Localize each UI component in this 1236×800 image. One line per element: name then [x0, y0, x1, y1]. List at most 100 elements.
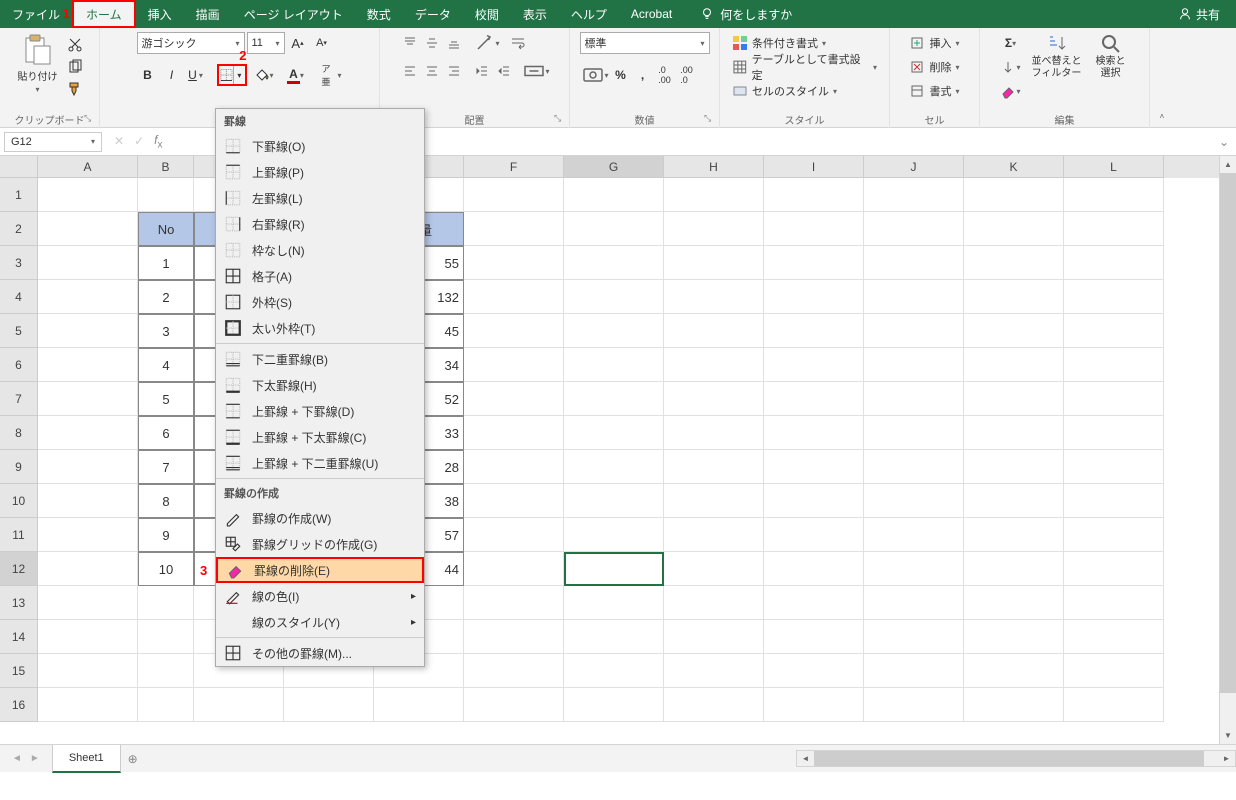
- row-header[interactable]: 3: [0, 246, 38, 280]
- tab-insert[interactable]: 挿入: [136, 0, 184, 28]
- dec-decimal-button[interactable]: .00.0: [676, 64, 698, 86]
- insert-fn-button[interactable]: fx: [154, 133, 162, 150]
- row-header[interactable]: 12: [0, 552, 38, 586]
- clipboard-launcher[interactable]: ⤡: [84, 113, 96, 125]
- border-outline-item[interactable]: 外枠(S): [216, 289, 424, 315]
- border-top-item[interactable]: 上罫線(P): [216, 159, 424, 185]
- erase-border-item[interactable]: 3罫線の削除(E): [216, 557, 424, 583]
- select-all-button[interactable]: [0, 156, 38, 178]
- tab-data[interactable]: データ: [403, 0, 463, 28]
- row-header[interactable]: 1: [0, 178, 38, 212]
- copy-button[interactable]: [66, 58, 84, 76]
- orientation-button[interactable]: ▾: [471, 32, 501, 54]
- delete-cells-button[interactable]: 削除▾: [905, 56, 963, 78]
- border-top-bottom-item[interactable]: 上罫線 + 下罫線(D): [216, 398, 424, 424]
- phonetic-button[interactable]: ア亜▾: [321, 64, 343, 86]
- clear-button[interactable]: ▾: [999, 80, 1021, 102]
- tell-me[interactable]: 何をしますか: [684, 0, 804, 28]
- fill-button[interactable]: ▾: [999, 56, 1021, 78]
- row-header[interactable]: 16: [0, 688, 38, 722]
- fill-color-button[interactable]: ▾: [249, 64, 279, 86]
- align-left-button[interactable]: [399, 60, 421, 82]
- align-top-button[interactable]: [399, 32, 421, 54]
- row-header[interactable]: 9: [0, 450, 38, 484]
- tab-draw[interactable]: 描画: [184, 0, 232, 28]
- line-style-item[interactable]: 線のスタイル(Y)▸: [216, 609, 424, 635]
- row-header[interactable]: 15: [0, 654, 38, 688]
- indent-inc-button[interactable]: [493, 60, 515, 82]
- shrink-font-button[interactable]: A▾: [311, 32, 333, 54]
- border-all-item[interactable]: 格子(A): [216, 263, 424, 289]
- expand-formula-button[interactable]: ⌄: [1212, 135, 1236, 149]
- row-header[interactable]: 8: [0, 416, 38, 450]
- share-button[interactable]: 共有: [1178, 6, 1220, 23]
- scroll-right-button[interactable]: ►: [1218, 751, 1235, 766]
- align-center-button[interactable]: [421, 60, 443, 82]
- paste-button[interactable]: 貼り付け ▾: [16, 32, 60, 96]
- col-header-H[interactable]: H: [664, 156, 764, 178]
- col-header-F[interactable]: F: [464, 156, 564, 178]
- scroll-left-button[interactable]: ◄: [797, 751, 814, 766]
- tab-formulas[interactable]: 数式: [355, 0, 403, 28]
- accept-formula-button[interactable]: ✓: [134, 134, 144, 148]
- grow-font-button[interactable]: A▴: [287, 32, 309, 54]
- add-sheet-button[interactable]: ⊕: [121, 752, 145, 766]
- merge-button[interactable]: ▾: [521, 60, 551, 82]
- draw-border-grid-item[interactable]: 罫線グリッドの作成(G): [216, 531, 424, 557]
- row-header[interactable]: 10: [0, 484, 38, 518]
- border-bottom-thick-item[interactable]: 下太罫線(H): [216, 372, 424, 398]
- italic-button[interactable]: I: [161, 64, 183, 86]
- font-size-select[interactable]: 11▾: [247, 32, 285, 54]
- row-header[interactable]: 13: [0, 586, 38, 620]
- insert-cells-button[interactable]: 挿入▾: [905, 32, 963, 54]
- number-format-select[interactable]: 標準▾: [580, 32, 710, 54]
- scroll-thumb-h[interactable]: [814, 751, 1204, 766]
- sheet-nav-prev[interactable]: ◄: [12, 753, 22, 764]
- border-bottom-double-item[interactable]: 下二重罫線(B): [216, 346, 424, 372]
- autosum-button[interactable]: Σ▾: [999, 32, 1021, 54]
- sheet-tab-1[interactable]: Sheet1: [52, 745, 121, 773]
- border-top-double-bottom-item[interactable]: 上罫線 + 下二重罫線(U): [216, 450, 424, 476]
- currency-button[interactable]: ▾: [580, 64, 610, 86]
- bold-button[interactable]: B: [137, 64, 159, 86]
- more-borders-item[interactable]: その他の罫線(M)...: [216, 640, 424, 666]
- row-header[interactable]: 4: [0, 280, 38, 314]
- tab-help[interactable]: ヘルプ: [559, 0, 619, 28]
- format-painter-button[interactable]: [66, 80, 84, 98]
- sheet-nav-next[interactable]: ►: [30, 753, 40, 764]
- border-top-thick-bottom-item[interactable]: 上罫線 + 下太罫線(C): [216, 424, 424, 450]
- tab-pagelayout[interactable]: ページ レイアウト: [232, 0, 355, 28]
- inc-decimal-button[interactable]: .0.00: [654, 64, 676, 86]
- line-color-item[interactable]: 線の色(I)▸: [216, 583, 424, 609]
- horizontal-scrollbar[interactable]: ◄ ►: [796, 750, 1236, 767]
- col-header-I[interactable]: I: [764, 156, 864, 178]
- scroll-down-button[interactable]: ▼: [1220, 727, 1236, 744]
- sort-filter-button[interactable]: 並べ替えとフィルター: [1028, 32, 1086, 80]
- cut-button[interactable]: [66, 36, 84, 54]
- table-format-button[interactable]: テーブルとして書式設定▾: [728, 56, 881, 78]
- tab-home[interactable]: ホーム: [72, 0, 136, 28]
- col-header-K[interactable]: K: [964, 156, 1064, 178]
- col-header-A[interactable]: A: [38, 156, 138, 178]
- col-header-J[interactable]: J: [864, 156, 964, 178]
- col-header-B[interactable]: B: [138, 156, 194, 178]
- row-header[interactable]: 2: [0, 212, 38, 246]
- scroll-thumb-v[interactable]: [1220, 173, 1236, 693]
- cancel-formula-button[interactable]: ✕: [114, 134, 124, 148]
- indent-dec-button[interactable]: [471, 60, 493, 82]
- tab-file[interactable]: ファイル1: [0, 0, 72, 28]
- align-right-button[interactable]: [443, 60, 465, 82]
- tab-review[interactable]: 校閲: [463, 0, 511, 28]
- row-header[interactable]: 5: [0, 314, 38, 348]
- row-header[interactable]: 6: [0, 348, 38, 382]
- collapse-ribbon-button[interactable]: ˄: [1150, 28, 1174, 127]
- row-header[interactable]: 11: [0, 518, 38, 552]
- vertical-scrollbar[interactable]: ▲ ▼: [1219, 156, 1236, 744]
- scroll-up-button[interactable]: ▲: [1220, 156, 1236, 173]
- row-header[interactable]: 7: [0, 382, 38, 416]
- cell-style-button[interactable]: セルのスタイル▾: [728, 80, 881, 102]
- find-select-button[interactable]: 検索と選択: [1092, 32, 1130, 80]
- border-bottom-item[interactable]: 下罫線(O): [216, 133, 424, 159]
- draw-border-item[interactable]: 罫線の作成(W): [216, 505, 424, 531]
- font-color-button[interactable]: A▾: [281, 64, 311, 86]
